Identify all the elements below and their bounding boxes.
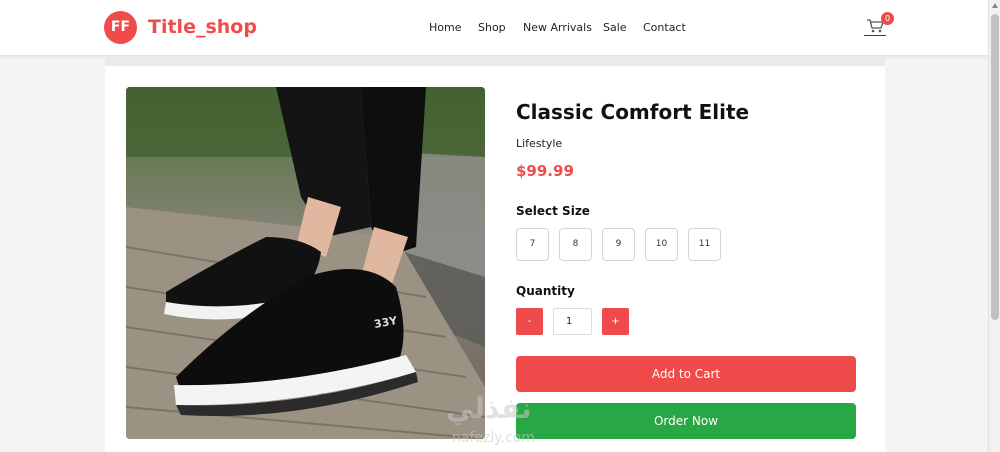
size-section-label: Select Size [516, 204, 590, 218]
nav-sale[interactable]: Sale [603, 21, 627, 34]
order-now-button[interactable]: Order Now [516, 403, 856, 439]
size-option-8[interactable]: 8 [559, 228, 592, 261]
nav-new-arrivals[interactable]: New Arrivals [523, 21, 592, 34]
page-scrollbar[interactable] [988, 0, 1000, 452]
nav-contact[interactable]: Contact [643, 21, 686, 34]
cart-button[interactable]: 0 [864, 12, 894, 40]
size-option-9[interactable]: 9 [602, 228, 635, 261]
product-image: 33Y [126, 87, 485, 439]
scroll-up-arrow-icon[interactable] [992, 3, 998, 8]
size-option-7[interactable]: 7 [516, 228, 549, 261]
size-option-11[interactable]: 11 [688, 228, 721, 261]
shoe-photo-icon [126, 87, 485, 439]
quantity-section-label: Quantity [516, 284, 575, 298]
nav-home[interactable]: Home [429, 21, 461, 34]
nav-shop[interactable]: Shop [478, 21, 506, 34]
product-title: Classic Comfort Elite [516, 100, 750, 124]
quantity-decrease-button[interactable]: - [516, 308, 543, 335]
size-option-10[interactable]: 10 [645, 228, 678, 261]
scroll-thumb[interactable] [991, 14, 999, 320]
add-to-cart-button[interactable]: Add to Cart [516, 356, 856, 392]
top-header: FF Title_shop Home Shop New Arrivals Sal… [0, 0, 988, 55]
quantity-input[interactable]: 1 [553, 308, 592, 335]
cart-count-badge: 0 [881, 12, 894, 25]
cart-link-underline [864, 35, 886, 36]
product-price: $99.99 [516, 162, 574, 180]
product-category: Lifestyle [516, 137, 563, 150]
quantity-increase-button[interactable]: + [602, 308, 629, 335]
logo-badge[interactable]: FF [104, 11, 137, 44]
shop-name[interactable]: Title_shop [148, 16, 257, 38]
